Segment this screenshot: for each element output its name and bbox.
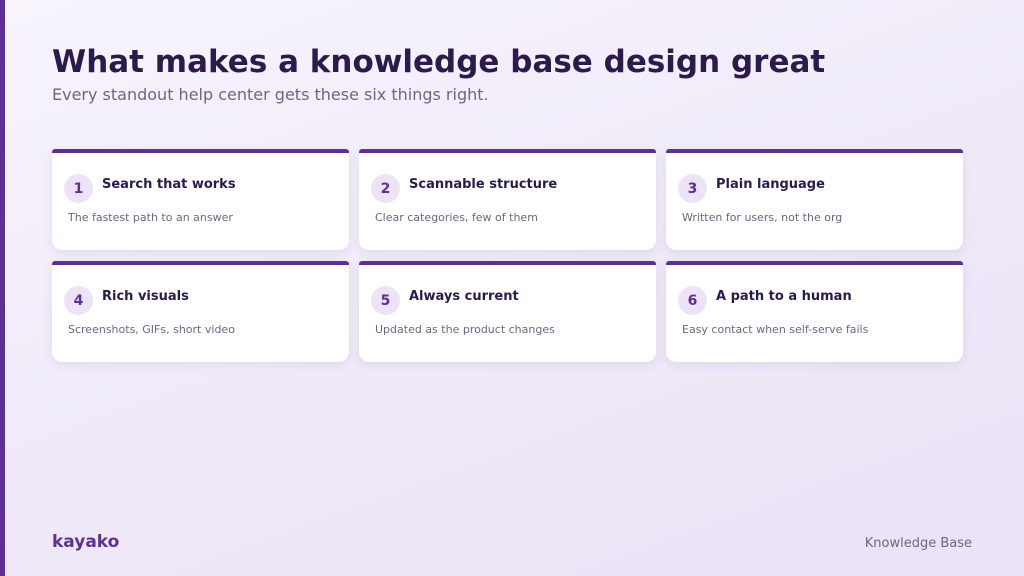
- card-number-badge: 6: [678, 286, 707, 315]
- card-number-badge: 2: [371, 174, 400, 203]
- feature-card-search: 1 Search that works The fastest path to …: [52, 149, 349, 250]
- card-title: Plain language: [716, 177, 825, 192]
- page-subtitle: Every standout help center gets these si…: [52, 85, 489, 104]
- card-title: Search that works: [102, 177, 236, 192]
- card-number-badge: 3: [678, 174, 707, 203]
- card-title: Always current: [409, 289, 519, 304]
- card-title: A path to a human: [716, 289, 852, 304]
- page-title: What makes a knowledge base design great: [52, 44, 826, 80]
- card-description: Updated as the product changes: [375, 323, 555, 336]
- feature-card-grid: 1 Search that works The fastest path to …: [52, 149, 964, 362]
- feature-card-structure: 2 Scannable structure Clear categories, …: [359, 149, 656, 250]
- card-title: Scannable structure: [409, 177, 558, 192]
- card-description: Screenshots, GIFs, short video: [68, 323, 235, 336]
- card-description: Written for users, not the org: [682, 211, 843, 224]
- feature-card-current: 5 Always current Updated as the product …: [359, 261, 656, 362]
- footer-section-label: Knowledge Base: [864, 536, 972, 551]
- card-description: Clear categories, few of them: [375, 211, 538, 224]
- kayako-logo: kayako: [52, 532, 120, 552]
- left-accent-bar: [0, 0, 5, 576]
- card-number-badge: 4: [64, 286, 93, 315]
- feature-card-visuals: 4 Rich visuals Screenshots, GIFs, short …: [52, 261, 349, 362]
- feature-card-human: 6 A path to a human Easy contact when se…: [666, 261, 963, 362]
- card-description: Easy contact when self-serve fails: [682, 323, 869, 336]
- card-number-badge: 5: [371, 286, 400, 315]
- card-description: The fastest path to an answer: [68, 211, 233, 224]
- feature-card-language: 3 Plain language Written for users, not …: [666, 149, 963, 250]
- card-title: Rich visuals: [102, 289, 189, 304]
- card-number-badge: 1: [64, 174, 93, 203]
